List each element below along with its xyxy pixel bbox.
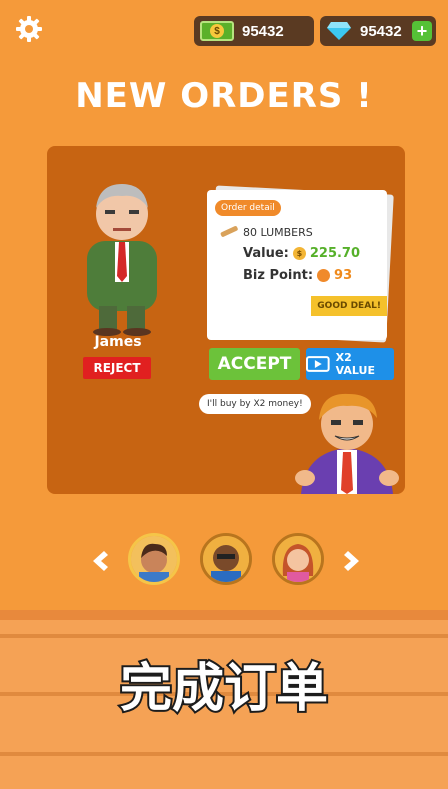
accept-button[interactable]: ACCEPT — [209, 348, 300, 380]
customer-name: James — [94, 334, 142, 350]
value-amount: 225.70 — [309, 246, 361, 261]
avatar[interactable] — [272, 533, 324, 585]
diamond-icon — [327, 22, 351, 40]
video-icon — [306, 356, 330, 372]
character-portrait — [203, 536, 249, 582]
page-title: NEW ORDERS ! — [75, 76, 373, 116]
cash-counter: $ 95432 — [194, 16, 314, 46]
order-value-row: Value: $ 225.70 — [243, 246, 360, 261]
cash-icon: $ — [200, 21, 234, 41]
gem-value: 95432 — [360, 22, 402, 40]
cash-value: 95432 — [242, 22, 284, 40]
biz-point-amount: 93 — [334, 268, 353, 283]
add-gems-button[interactable]: + — [412, 21, 432, 41]
biz-point-row: Biz Point: 93 — [243, 268, 352, 283]
order-detail-tag: Order detail — [215, 200, 281, 216]
character-portrait — [131, 536, 177, 582]
lumber-icon — [220, 226, 238, 237]
settings-button[interactable] — [12, 12, 46, 46]
caption-text: 完成订单 — [118, 657, 330, 721]
order-panel: James REJECT Order detail 80 LUMBERS Val… — [47, 146, 405, 494]
order-detail-card: Order detail 80 LUMBERS Value: $ 225.70 … — [207, 190, 387, 340]
plus-icon: + — [416, 21, 428, 41]
biz-point-label: Biz Point: — [243, 268, 314, 283]
avatar[interactable] — [200, 533, 252, 585]
order-item: 80 LUMBERS — [243, 226, 313, 239]
good-deal-badge: GOOD DEAL! — [311, 296, 387, 316]
customer-character — [87, 184, 157, 336]
value-label: Value: — [243, 246, 289, 261]
gear-icon — [16, 16, 42, 42]
chevron-right-icon[interactable] — [340, 548, 366, 574]
avatar[interactable] — [128, 533, 180, 585]
chevron-left-icon[interactable] — [86, 548, 112, 574]
character-portrait — [275, 536, 321, 582]
biz-point-icon — [317, 269, 331, 282]
x2-value-label: X2 VALUE — [335, 351, 375, 377]
coin-icon: $ — [292, 247, 306, 260]
boss-character — [295, 393, 399, 494]
reject-button[interactable]: REJECT — [83, 357, 151, 379]
gem-counter: 95432 + — [320, 16, 436, 46]
x2-value-button[interactable]: X2 VALUE — [306, 348, 394, 380]
